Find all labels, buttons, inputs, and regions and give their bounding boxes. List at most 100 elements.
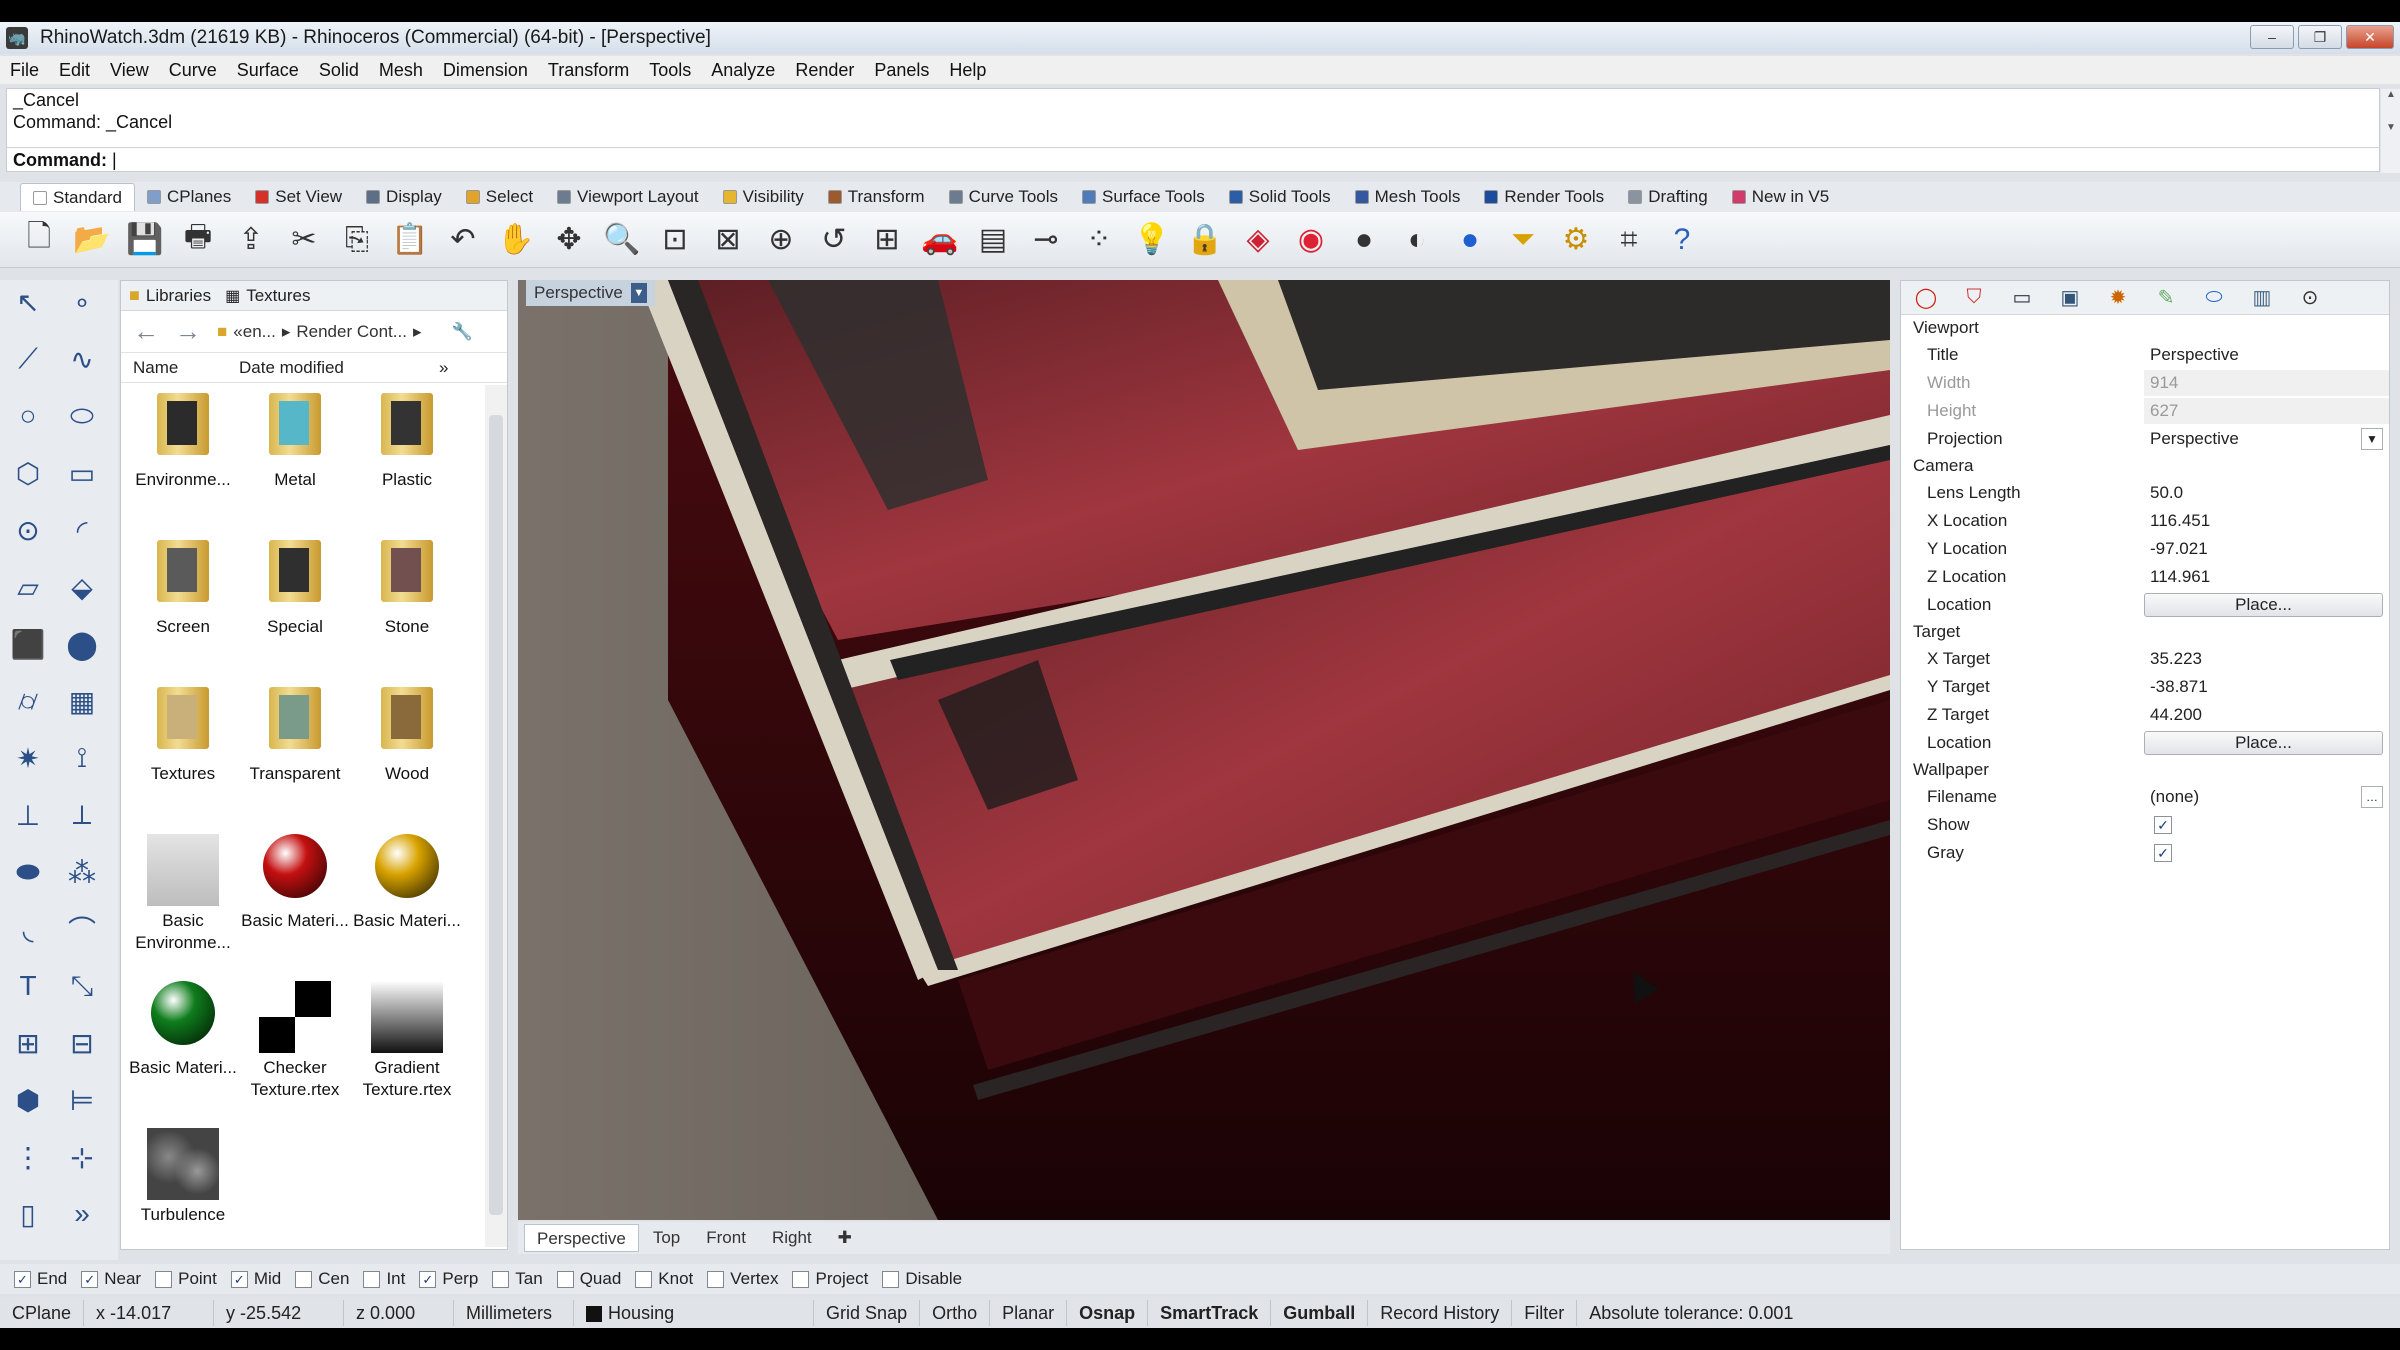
library-item[interactable]: Checker Texture.rtex [239,973,351,1113]
rhino-app-icon[interactable]: 🦏 [6,27,28,49]
osnap-int[interactable]: Int [363,1269,405,1289]
field-x-location[interactable]: 116.451 [2144,508,2389,534]
display-monitor-icon[interactable]: ▭ [2009,285,2035,311]
menu-mesh[interactable]: Mesh [369,60,433,81]
osnap-checkbox[interactable] [792,1270,810,1288]
tab-set-view[interactable]: Set View [243,183,354,211]
menu-dimension[interactable]: Dimension [433,60,538,81]
tab-new-in-v5[interactable]: New in V5 [1720,183,1841,211]
surface-corner-icon[interactable]: ▱ [6,565,50,609]
menu-render[interactable]: Render [785,60,864,81]
ortho-toggle[interactable]: Ortho [920,1300,991,1326]
circle-center-icon[interactable]: ⊙ [6,508,50,552]
zoom-selected-icon[interactable]: ⊕ [758,217,804,263]
boolean-icon[interactable]: ⬬ [6,850,50,894]
car-icon[interactable]: 🚗 [917,217,963,263]
text-icon[interactable]: T [6,964,50,1008]
sphere-rendered-icon[interactable]: ◐ [1394,217,1440,263]
cplane-label[interactable]: CPlane [0,1300,85,1326]
polyline-icon[interactable]: ⟋ [6,337,50,381]
cut-icon[interactable]: ✂ [281,217,327,263]
osnap-project[interactable]: Project [792,1269,868,1289]
open-folder-icon[interactable]: 📂 [69,217,115,263]
osnap-checkbox[interactable] [295,1270,313,1288]
osnap-disable[interactable]: Disable [882,1269,962,1289]
projection-select[interactable]: Perspective [2144,426,2361,452]
tab-cplanes[interactable]: CPlanes [135,183,243,211]
tab-solid-tools[interactable]: Solid Tools [1217,183,1343,211]
more-tools-icon[interactable]: » [60,1192,104,1236]
color-wheel-icon[interactable]: ◉ [1288,217,1334,263]
trim-icon[interactable]: ⟟ [60,736,104,780]
library-item[interactable]: Turbulence [127,1120,239,1247]
grid-plane-icon[interactable]: ▤ [970,217,1016,263]
more-columns-icon[interactable]: » [439,358,448,378]
gray-checkbox[interactable]: ✓ [2154,844,2172,862]
osnap-icon[interactable]: ⊸ [1023,217,1069,263]
menu-surface[interactable]: Surface [227,60,309,81]
tab-surface-tools[interactable]: Surface Tools [1070,183,1217,211]
browse-button[interactable]: … [2361,786,2383,808]
tab-textures[interactable]: ▦ Textures [225,286,310,306]
funnel-icon[interactable]: ⏷ [1500,217,1546,263]
smarttrack-toggle[interactable]: SmartTrack [1148,1300,1272,1326]
add-viewport-tab-icon[interactable]: ✚ [826,1224,864,1252]
polygon-icon[interactable]: ⬡ [6,451,50,495]
record-history-toggle[interactable]: Record History [1368,1300,1513,1326]
layer-indicator[interactable]: Housing [574,1300,815,1326]
sphere-solid-icon[interactable]: ⬤ [60,622,104,666]
block-icon[interactable]: ⬢ [6,1078,50,1122]
breadcrumb[interactable]: ■ «en... ▸ Render Cont... ▸ [217,322,421,342]
tab-drafting[interactable]: Drafting [1616,183,1720,211]
osnap-toggle[interactable]: Osnap [1067,1300,1149,1326]
library-item[interactable]: Plastic [351,385,463,525]
array-icon[interactable]: ⊞ [6,1021,50,1065]
library-item[interactable]: Stone [351,532,463,672]
ellipse-icon[interactable]: ⬭ [60,394,104,438]
pan-hand-icon[interactable]: ✋ [493,217,539,263]
osnap-checkbox[interactable] [707,1270,725,1288]
gumball-toggle[interactable]: Gumball [1271,1300,1369,1326]
object-color-icon[interactable]: ◯ [1913,285,1939,311]
tab-render-tools[interactable]: Render Tools [1472,183,1616,211]
osnap-checkbox[interactable] [492,1270,510,1288]
light-icon[interactable]: ▥ [2249,285,2275,311]
sphere-shaded-icon[interactable]: ● [1341,217,1387,263]
chevron-down-icon[interactable]: ▼ [2361,428,2383,450]
rectangle-icon[interactable]: ▭ [60,451,104,495]
field-z-target[interactable]: 44.200 [2144,702,2389,728]
camera-place-button[interactable]: Place... [2144,593,2383,617]
osnap-point[interactable]: Point [155,1269,217,1289]
tab-curve-tools[interactable]: Curve Tools [937,183,1070,211]
extend-icon[interactable]: ⟂ [60,793,104,837]
split-icon[interactable]: ⊥ [6,793,50,837]
chevron-down-icon[interactable]: ▼ [630,283,647,303]
perspective-viewport[interactable]: Perspective ▼ [518,280,1890,1220]
osnap-checkbox[interactable] [556,1270,574,1288]
zoom-extents-icon[interactable]: ⊠ [705,217,751,263]
breadcrumb-item[interactable]: «en... [233,322,276,342]
osnap-vertex[interactable]: Vertex [707,1269,778,1289]
wrench-icon[interactable]: 🔧 [451,322,472,342]
column-header-date[interactable]: Date modified [239,358,439,378]
breadcrumb-item[interactable]: Render Cont... [296,322,407,342]
select-arrow-icon[interactable]: ↖ [6,280,50,324]
units-label[interactable]: Millimeters [454,1300,575,1326]
osnap-perp[interactable]: ✓ Perp [419,1269,478,1289]
library-item[interactable]: Metal [239,385,351,525]
dimension-icon[interactable]: ⌗ [1606,217,1652,263]
field-z-location[interactable]: 114.961 [2144,564,2389,590]
undo-view-icon[interactable]: ↺ [811,217,857,263]
library-item[interactable]: Basic Materi... [127,973,239,1113]
circle-icon[interactable]: ○ [6,394,50,438]
library-item[interactable]: Basic Materi... [351,826,463,966]
planar-toggle[interactable]: Planar [990,1300,1068,1326]
new-file-icon[interactable]: 🗋 [16,217,62,263]
curve-icon[interactable]: ∿ [60,337,104,381]
osnap-checkbox[interactable]: ✓ [14,1270,31,1288]
sun-icon[interactable]: ✹ [2105,285,2131,311]
tab-mesh-tools[interactable]: Mesh Tools [1343,183,1473,211]
menu-help[interactable]: Help [939,60,996,81]
zoom-window-icon[interactable]: ⊡ [652,217,698,263]
viewport-tab-right[interactable]: Right [760,1224,824,1252]
